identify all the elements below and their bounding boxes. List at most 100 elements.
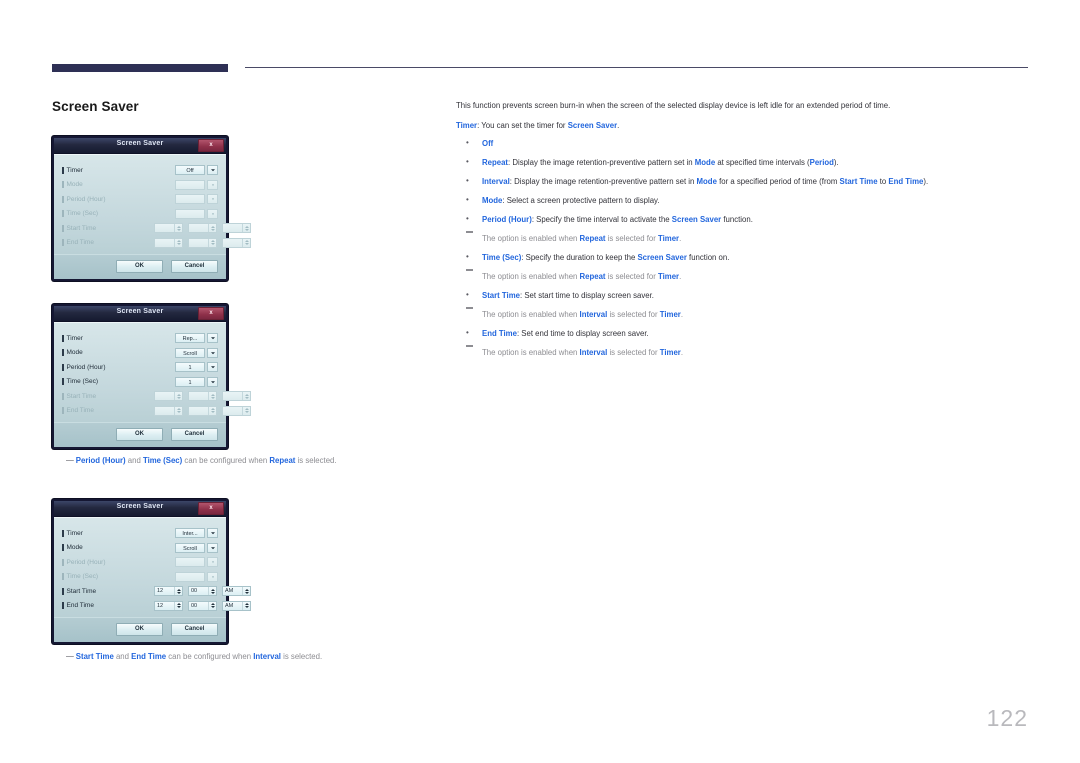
spinner-arrows-icon (242, 406, 250, 415)
header-rule-block (52, 64, 228, 72)
spinner-arrows-icon[interactable] (242, 587, 250, 596)
spinner-value (155, 407, 174, 415)
dropdown-timer[interactable]: Inter... (175, 528, 218, 539)
spinner-meridiem[interactable]: AM (222, 600, 251, 611)
page-number: 122 (986, 705, 1028, 731)
row-label-text: Time (Sec) (66, 210, 99, 218)
row-label: End Time (62, 602, 154, 610)
row-controls (154, 208, 218, 219)
row-label-text: End Time (66, 239, 94, 247)
close-icon[interactable]: x (198, 139, 224, 152)
spinner-minute (188, 223, 217, 234)
ok-button[interactable]: OK (116, 260, 163, 273)
ok-button[interactable]: OK (116, 623, 163, 636)
row-controls (154, 179, 218, 190)
dropdown-value: Scroll (175, 542, 205, 553)
row-label-text: Timer (66, 334, 83, 342)
chevron-down-icon[interactable] (207, 542, 218, 553)
dropdown-period-hour (175, 194, 218, 205)
cancel-button[interactable]: Cancel (171, 428, 218, 441)
chevron-down-icon (207, 194, 218, 205)
chevron-down-icon[interactable] (207, 165, 218, 176)
intro-paragraph: This function prevents screen burn-in wh… (456, 101, 891, 110)
spinner-arrows-icon[interactable] (174, 601, 182, 610)
bullet-bar-icon (62, 378, 64, 386)
spinner-arrows-icon (208, 238, 216, 247)
dropdown-mode (175, 179, 218, 190)
row-controls (154, 237, 251, 248)
spinner-minute[interactable]: 00 (188, 600, 217, 611)
option-list-item: Period (Hour): Specify the time interval… (456, 212, 1032, 226)
row-label-text: Time (Sec) (66, 573, 99, 581)
chevron-down-icon (207, 208, 218, 219)
time-spinner-group: 12 00 AM (154, 600, 251, 611)
spinner-value (155, 392, 174, 400)
option-subnote: The option is enabled when Repeat is sel… (456, 231, 1032, 245)
dialog-footer: OK Cancel (54, 422, 226, 447)
row-label-text: Timer (66, 166, 83, 174)
row-label: Timer (62, 166, 154, 174)
dialog-row-time-sec: Time (Sec) 1 (62, 375, 218, 390)
screen-saver-dialog: Screen Saver x Timer Inter... Mode Scroll Peri… (52, 499, 251, 644)
spinner-value: 12 (157, 588, 164, 595)
spinner-meridiem[interactable]: AM (222, 586, 251, 597)
ok-button[interactable]: OK (116, 428, 163, 441)
cancel-button[interactable]: Cancel (171, 260, 218, 273)
dropdown-value (175, 557, 205, 568)
spinner-minute[interactable]: 00 (188, 586, 217, 597)
spinner-arrows-icon[interactable] (174, 587, 182, 596)
dialog-row-timer: Timer Off (62, 163, 218, 178)
spinner-arrows-icon[interactable] (208, 587, 216, 596)
dropdown-timer[interactable]: Rep... (175, 333, 218, 344)
close-icon[interactable]: x (198, 502, 224, 515)
spinner-value (189, 224, 208, 232)
row-label-text: Start Time (66, 392, 97, 400)
chevron-down-icon[interactable] (207, 528, 218, 539)
bullet-bar-icon (62, 166, 64, 174)
bullet-bar-icon (62, 407, 64, 415)
bullet-bar-icon (62, 573, 64, 581)
row-label-text: End Time (66, 602, 94, 610)
spinner-hour[interactable]: 12 (154, 600, 183, 611)
cancel-button[interactable]: Cancel (171, 623, 218, 636)
row-controls: Rep... (154, 333, 218, 344)
dropdown-time-sec[interactable]: 1 (175, 376, 218, 387)
dropdown-value: Inter... (175, 528, 205, 539)
row-label-text: Period (Hour) (66, 363, 106, 371)
spinner-arrows-icon (208, 224, 216, 233)
dialog-row-timer: Timer Inter... (62, 526, 218, 541)
chevron-down-icon[interactable] (207, 333, 218, 344)
dropdown-mode[interactable]: Scroll (175, 542, 218, 553)
spinner-meridiem (222, 237, 251, 248)
dropdown-value (175, 179, 205, 190)
spinner-arrows-icon[interactable] (208, 601, 216, 610)
note-interval: — Start Time and End Time can be configur… (66, 652, 323, 661)
option-list-item: Interval: Display the image retention-pr… (456, 174, 1032, 188)
chevron-down-icon (207, 571, 218, 582)
row-label: Timer (62, 334, 154, 342)
spinner-meridiem (222, 223, 251, 234)
dialog-row-start-time: Start Time (62, 221, 251, 236)
spinner-value: AM (225, 588, 234, 595)
chevron-down-icon[interactable] (207, 376, 218, 387)
chevron-down-icon[interactable] (207, 362, 218, 373)
spinner-arrows-icon[interactable] (242, 601, 250, 610)
option-list-item: Time (Sec): Specify the duration to keep… (456, 250, 1032, 264)
bullet-bar-icon (62, 587, 64, 595)
bullet-bar-icon (62, 181, 64, 189)
chevron-down-icon[interactable] (207, 347, 218, 358)
spinner-arrows-icon (242, 238, 250, 247)
spinner-hour[interactable]: 12 (154, 586, 183, 597)
close-icon[interactable]: x (198, 307, 224, 320)
spinner-arrows-icon (242, 224, 250, 233)
dropdown-mode[interactable]: Scroll (175, 347, 218, 358)
dropdown-timer[interactable]: Off (175, 165, 218, 176)
row-controls: Inter... (154, 528, 218, 539)
option-subnote: The option is enabled when Repeat is sel… (456, 269, 1032, 283)
description-panel: This function prevents screen burn-in wh… (456, 99, 1032, 365)
dialog-titlebar: Screen Saver x (54, 501, 226, 517)
row-label: Time (Sec) (62, 573, 154, 581)
spinner-hour (154, 237, 183, 248)
dropdown-period-hour[interactable]: 1 (175, 362, 218, 373)
spinner-arrows-icon (208, 392, 216, 401)
